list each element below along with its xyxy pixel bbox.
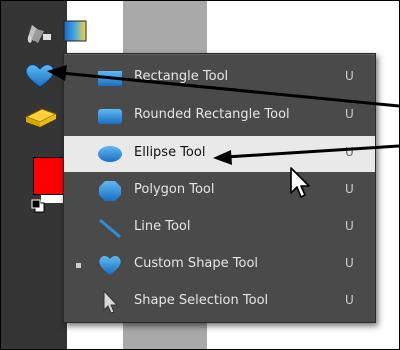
callout-arrow-toolbar-icon: [47, 65, 399, 108]
callout-arrow-ellipse-tool: [213, 144, 399, 165]
callout-arrows: [47, 65, 399, 165]
screenshot-frame: Rectangle Tool U Rounded Rectangle Tool …: [0, 0, 400, 350]
